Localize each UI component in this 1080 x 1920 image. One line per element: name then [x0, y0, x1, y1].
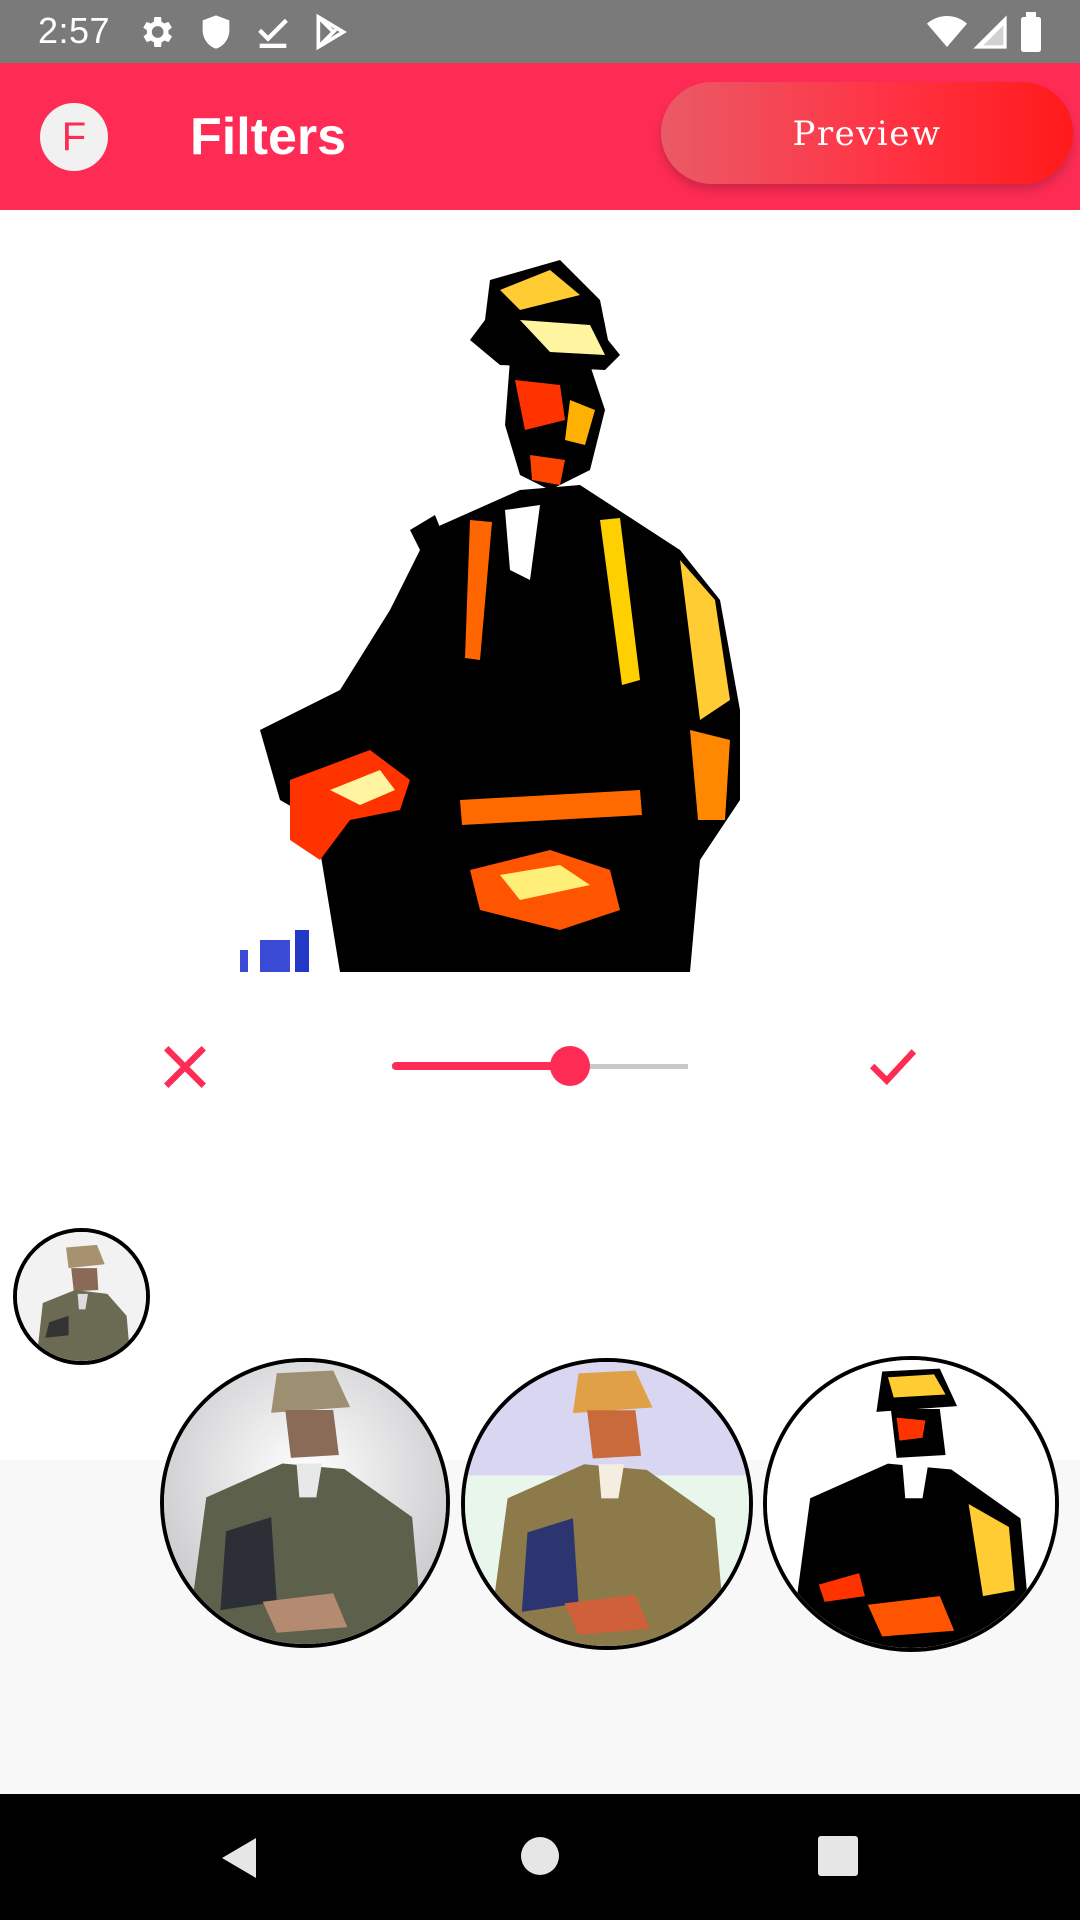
page-title: Filters	[190, 108, 347, 166]
battery-icon	[1021, 12, 1041, 52]
filter-thumb-posterize[interactable]	[763, 1356, 1059, 1652]
filter-thumb-warm[interactable]	[461, 1358, 753, 1650]
status-time: 2:57	[38, 10, 111, 51]
filter-preview-posterize	[767, 1360, 1055, 1648]
preview-button[interactable]: Preview	[661, 82, 1073, 184]
editor-content	[0, 210, 1080, 1652]
app-bar: F Filters Preview	[0, 63, 1080, 210]
check-icon[interactable]	[868, 1044, 918, 1088]
status-bar: 2:57	[0, 0, 1080, 63]
recents-icon[interactable]	[778, 1794, 898, 1920]
wifi-icon	[927, 16, 967, 47]
filter-thumb-grayscale[interactable]	[160, 1358, 450, 1648]
filter-preview-original	[17, 1232, 146, 1361]
shield-icon	[202, 15, 230, 49]
filter-preview-warm	[465, 1362, 749, 1646]
home-icon[interactable]	[480, 1794, 600, 1920]
download-done-icon	[258, 18, 288, 48]
play-store-icon	[316, 13, 347, 51]
filtered-photo	[240, 260, 740, 972]
slider-fill	[392, 1062, 570, 1070]
back-icon[interactable]	[178, 1794, 298, 1920]
settings-icon	[143, 17, 172, 47]
close-icon[interactable]	[160, 1042, 210, 1092]
navigation-bar	[0, 1794, 1080, 1920]
intensity-slider[interactable]	[392, 1046, 688, 1086]
slider-thumb[interactable]	[550, 1046, 590, 1086]
avatar[interactable]: F	[40, 103, 108, 171]
filter-thumb-original[interactable]	[13, 1228, 150, 1365]
cell-signal-icon	[973, 15, 1007, 49]
filter-preview-grayscale	[164, 1362, 446, 1644]
